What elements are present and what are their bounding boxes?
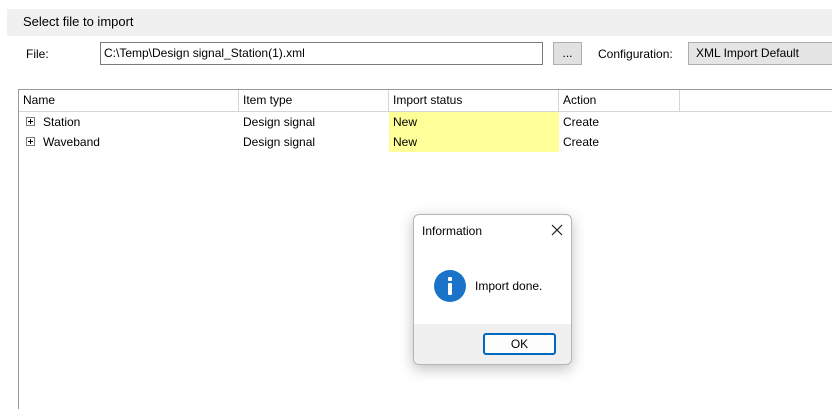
close-icon[interactable] — [545, 218, 569, 242]
expand-icon[interactable] — [26, 137, 35, 146]
expand-icon[interactable] — [26, 117, 35, 126]
cell-item-type: Design signal — [243, 135, 316, 149]
dialog-title: Information — [422, 224, 483, 238]
information-icon — [434, 270, 466, 302]
cell-import-status: New — [389, 132, 559, 152]
file-path-input[interactable]: C:\Temp\Design signal_Station(1).xml — [100, 42, 543, 65]
column-header-action[interactable]: Action — [559, 90, 680, 111]
cell-name: Station — [43, 115, 81, 129]
configuration-select[interactable]: XML Import Default — [688, 42, 832, 65]
cell-action: Create — [563, 115, 600, 129]
column-header-name[interactable]: Name — [19, 90, 239, 111]
information-dialog: Information Import done. OK — [413, 214, 572, 365]
cell-name: Waveband — [43, 135, 100, 149]
table-row[interactable]: Waveband Design signal New Create — [19, 132, 832, 152]
column-header-item-type[interactable]: Item type — [239, 90, 389, 111]
left-border — [0, 0, 7, 403]
cell-action: Create — [563, 135, 600, 149]
dialog-footer: OK — [414, 324, 571, 364]
cell-item-type: Design signal — [243, 115, 316, 129]
cell-import-status: New — [389, 112, 559, 132]
configuration-label: Configuration: — [598, 47, 673, 61]
ok-button[interactable]: OK — [483, 333, 556, 355]
table-row[interactable]: Station Design signal New Create — [19, 112, 832, 132]
dialog-message: Import done. — [475, 279, 543, 293]
section-title: Select file to import — [23, 14, 134, 29]
grid-header: Name Item type Import status Action — [19, 90, 832, 112]
file-label: File: — [26, 47, 49, 61]
column-header-import-status[interactable]: Import status — [389, 90, 559, 111]
browse-button[interactable]: ... — [553, 42, 582, 65]
section-header: Select file to import — [7, 9, 832, 36]
